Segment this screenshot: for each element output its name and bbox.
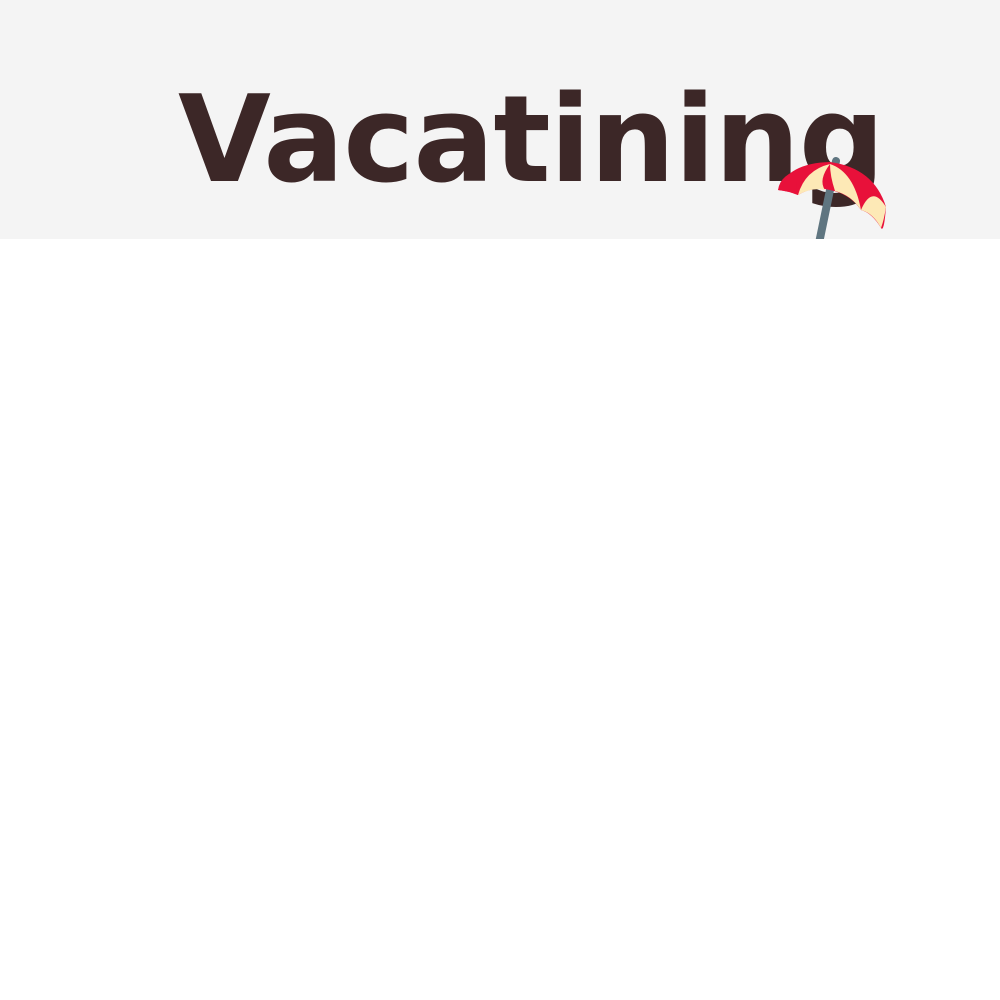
page: Vacatining (0, 0, 1000, 1000)
main-content-area (0, 239, 1000, 1000)
